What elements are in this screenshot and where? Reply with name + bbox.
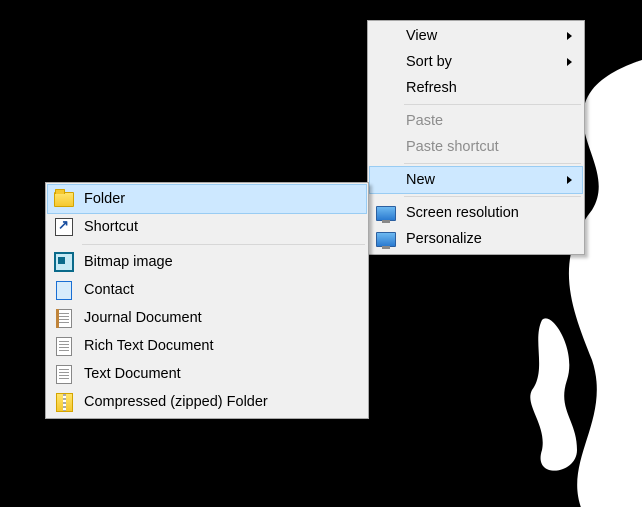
monitor-icon [376,229,396,249]
desktop-context-menu: View Sort by Refresh Paste Paste shortcu… [367,20,585,255]
submenu-item-folder[interactable]: Folder [47,184,367,214]
folder-icon [54,189,74,209]
menu-item-label: New [406,172,435,188]
submenu-item-bitmap-image[interactable]: Bitmap image [48,248,366,276]
submenu-item-journal-document[interactable]: Journal Document [48,304,366,332]
menu-item-label: Shortcut [84,219,138,235]
menu-item-screen-resolution[interactable]: Screen resolution [370,200,582,226]
menu-item-label: Folder [84,191,125,207]
menu-item-label: Sort by [406,54,452,70]
menu-separator [82,244,365,245]
submenu-item-rich-text-document[interactable]: Rich Text Document [48,332,366,360]
menu-separator [404,163,581,164]
new-submenu: Folder Shortcut Bitmap image Contact Jou… [45,182,369,419]
menu-item-personalize[interactable]: Personalize [370,226,582,252]
menu-item-label: Journal Document [84,310,202,326]
submenu-item-compressed-folder[interactable]: Compressed (zipped) Folder [48,388,366,416]
menu-item-label: Bitmap image [84,254,173,270]
rich-text-icon [54,336,74,356]
menu-item-label: Rich Text Document [84,338,213,354]
menu-item-paste-shortcut: Paste shortcut [370,134,582,160]
text-document-icon [54,364,74,384]
chevron-right-icon [567,58,572,66]
menu-item-label: Contact [84,282,134,298]
chevron-right-icon [567,176,572,184]
submenu-item-text-document[interactable]: Text Document [48,360,366,388]
shortcut-icon [54,217,74,237]
menu-item-label: Personalize [406,231,482,247]
monitor-icon [376,203,396,223]
contact-icon [54,280,74,300]
menu-item-label: Refresh [406,80,457,96]
desktop-background[interactable]: View Sort by Refresh Paste Paste shortcu… [0,0,642,507]
menu-item-label: View [406,28,437,44]
menu-separator [404,104,581,105]
menu-item-label: Paste [406,113,443,129]
zip-folder-icon [54,392,74,412]
menu-item-label: Paste shortcut [406,139,499,155]
menu-item-label: Screen resolution [406,205,519,221]
menu-separator [404,196,581,197]
menu-item-new[interactable]: New [369,166,583,194]
menu-item-label: Compressed (zipped) Folder [84,394,268,410]
submenu-item-shortcut[interactable]: Shortcut [48,213,366,241]
bitmap-image-icon [54,252,74,272]
menu-item-refresh[interactable]: Refresh [370,75,582,101]
submenu-item-contact[interactable]: Contact [48,276,366,304]
menu-item-view[interactable]: View [370,23,582,49]
journal-icon [54,308,74,328]
menu-item-label: Text Document [84,366,181,382]
menu-item-paste: Paste [370,108,582,134]
menu-item-sort-by[interactable]: Sort by [370,49,582,75]
chevron-right-icon [567,32,572,40]
